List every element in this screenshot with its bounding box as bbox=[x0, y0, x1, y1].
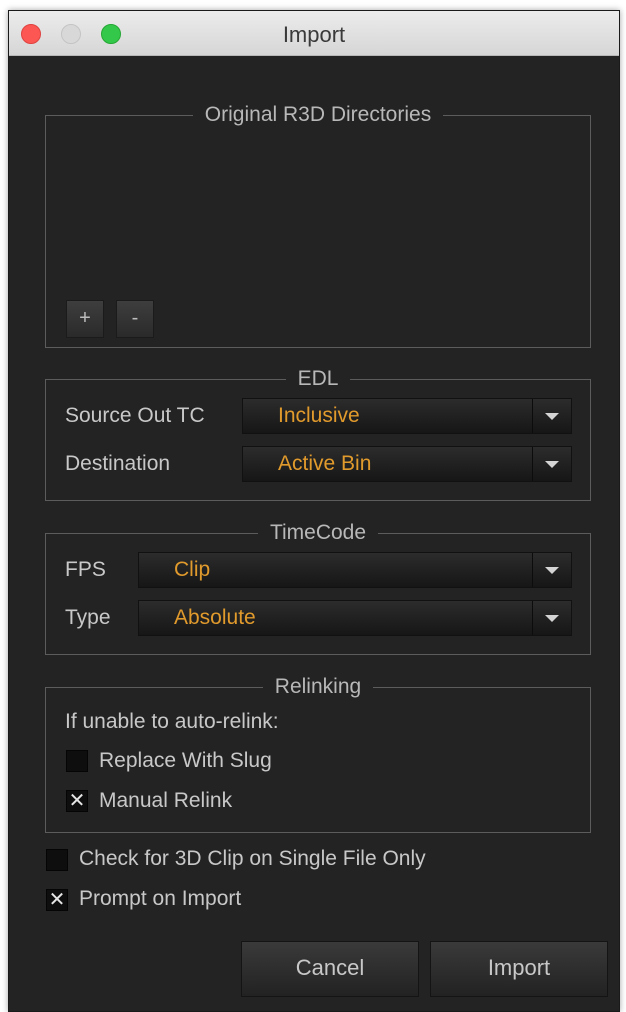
destination-value: Active Bin bbox=[278, 452, 372, 475]
source-out-tc-dropdown[interactable]: Inclusive bbox=[242, 398, 572, 434]
type-value: Absolute bbox=[174, 606, 256, 629]
timecode-title: TimeCode bbox=[257, 521, 379, 544]
import-dialog: Import Original R3D Directories + - EDL … bbox=[8, 10, 620, 1012]
source-out-tc-label: Source Out TC bbox=[65, 404, 205, 427]
relinking-group: Relinking If unable to auto-relink: Repl… bbox=[45, 675, 591, 833]
replace-with-slug-checkbox[interactable] bbox=[66, 750, 88, 772]
fps-label: FPS bbox=[65, 558, 106, 581]
manual-relink-label: Manual Relink bbox=[99, 789, 233, 812]
chevron-down-icon bbox=[545, 615, 559, 622]
cancel-button[interactable]: Cancel bbox=[241, 941, 419, 997]
r3d-directories-group: Original R3D Directories + - bbox=[45, 103, 591, 348]
replace-with-slug-label: Replace With Slug bbox=[99, 749, 272, 772]
edl-group: EDL Source Out TC Inclusive Destination … bbox=[45, 367, 591, 501]
check-3d-clip-label: Check for 3D Clip on Single File Only bbox=[79, 847, 426, 870]
edl-title: EDL bbox=[285, 367, 351, 390]
chevron-down-icon bbox=[545, 413, 559, 420]
source-out-tc-value: Inclusive bbox=[278, 404, 360, 427]
fps-dropdown[interactable]: Clip bbox=[138, 552, 572, 588]
import-button[interactable]: Import bbox=[430, 941, 608, 997]
window-title: Import bbox=[282, 22, 346, 47]
remove-directory-button[interactable]: - bbox=[116, 300, 154, 338]
prompt-on-import-label: Prompt on Import bbox=[79, 887, 242, 910]
destination-label: Destination bbox=[65, 452, 171, 475]
check-3d-clip-checkbox[interactable] bbox=[46, 849, 68, 871]
timecode-group: TimeCode FPS Clip Type Absolute bbox=[45, 521, 591, 655]
chevron-down-icon bbox=[545, 461, 559, 468]
type-label: Type bbox=[65, 606, 111, 629]
prompt-on-import-checkbox[interactable]: ✕ bbox=[46, 889, 68, 911]
chevron-down-icon bbox=[545, 567, 559, 574]
r3d-directories-list[interactable] bbox=[56, 136, 580, 286]
add-directory-button[interactable]: + bbox=[66, 300, 104, 338]
relinking-note: If unable to auto-relink: bbox=[65, 710, 279, 733]
fps-value: Clip bbox=[174, 558, 211, 581]
manual-relink-checkbox[interactable]: ✕ bbox=[66, 790, 88, 812]
relinking-title: Relinking bbox=[262, 675, 374, 698]
destination-dropdown[interactable]: Active Bin bbox=[242, 446, 572, 482]
r3d-directories-title: Original R3D Directories bbox=[192, 103, 444, 126]
title-bar: Import bbox=[9, 11, 619, 56]
type-dropdown[interactable]: Absolute bbox=[138, 600, 572, 636]
